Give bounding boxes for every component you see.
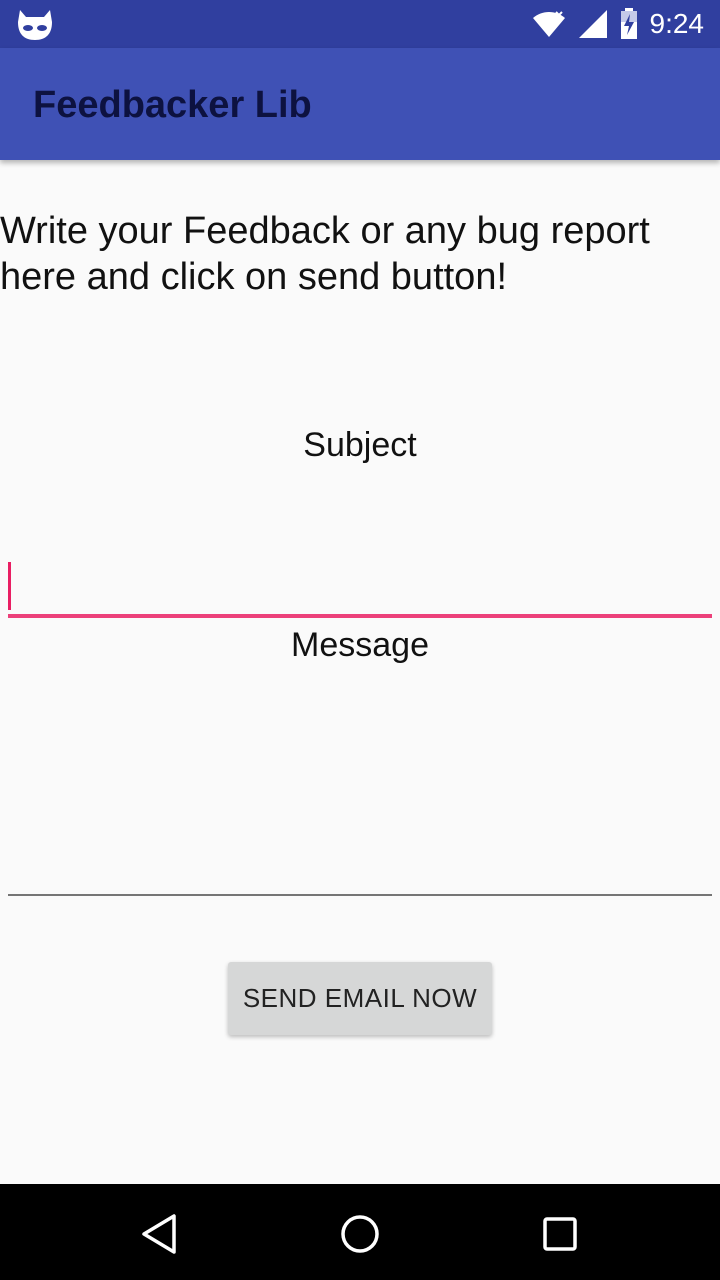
send-email-button[interactable]: SEND EMAIL NOW bbox=[228, 962, 492, 1035]
wifi-icon bbox=[532, 11, 565, 37]
recents-icon[interactable] bbox=[538, 1212, 582, 1256]
message-input[interactable] bbox=[8, 680, 712, 896]
back-icon[interactable] bbox=[138, 1212, 182, 1256]
home-icon[interactable] bbox=[338, 1212, 382, 1256]
cyanogenmod-logo-icon bbox=[18, 10, 52, 40]
cellular-signal-icon bbox=[578, 10, 607, 38]
app-bar: Feedbacker Lib bbox=[0, 48, 720, 160]
message-input-underline bbox=[8, 894, 712, 896]
intro-text: Write your Feedback or any bug report he… bbox=[0, 210, 650, 298]
text-cursor bbox=[8, 562, 11, 610]
status-icons: 9:24 bbox=[532, 0, 705, 48]
subject-input-underline bbox=[8, 614, 712, 618]
battery-charging-icon bbox=[620, 8, 637, 39]
subject-label: Subject bbox=[303, 426, 417, 464]
navigation-bar bbox=[0, 1184, 720, 1280]
status-time: 9:24 bbox=[649, 8, 705, 39]
subject-input[interactable] bbox=[8, 556, 712, 618]
app-title: Feedbacker Lib bbox=[33, 84, 312, 126]
status-bar: 9:24 bbox=[0, 0, 720, 48]
message-label: Message bbox=[291, 626, 429, 664]
